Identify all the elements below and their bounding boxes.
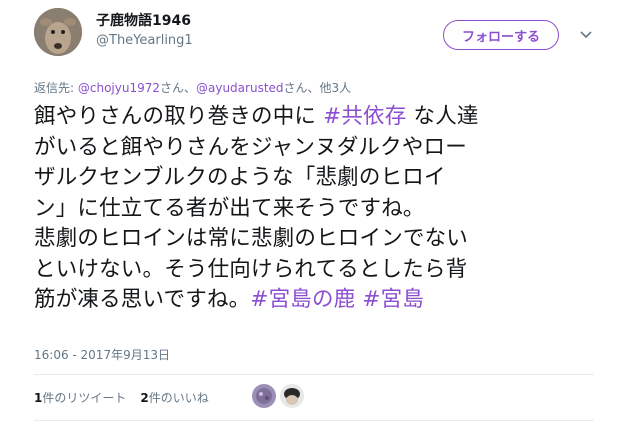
- tweet-line: がいると餌やりさんをジャンヌダルクやロー: [34, 134, 467, 160]
- follow-button[interactable]: フォローする: [443, 20, 559, 50]
- tweet-text-segment: 筋が凍る思いですね。: [34, 287, 251, 312]
- like-count: 2: [140, 391, 149, 405]
- tweet-line: 悲劇のヒロインは常に悲劇のヒロインでない: [34, 226, 469, 251]
- reply-context: 返信先: @chojyu1972さん、@ayudarustedさん、他3人: [34, 79, 351, 96]
- liker-avatar[interactable]: [280, 384, 304, 408]
- tweet-stats: 1件のリツイート 2件のいいね: [34, 389, 209, 406]
- tweet-line: ン」に仕立てる者が出て来そうですね。: [34, 195, 425, 221]
- divider: [34, 374, 594, 375]
- divider: [34, 420, 594, 421]
- tweet-line: 筋が凍る思いですね。#宮島の鹿 #宮島: [34, 285, 594, 316]
- tweet-line: ザルクセンブルクのような「悲劇のヒロイ: [34, 165, 446, 190]
- hashtag-link[interactable]: #宮島: [362, 287, 424, 312]
- tweet-timestamp[interactable]: 16:06 - 2017年9月13日: [34, 346, 170, 363]
- mention-link[interactable]: @chojyu1972: [78, 81, 160, 95]
- retweet-count-link[interactable]: 1件のリツイート: [34, 389, 126, 406]
- user-handle[interactable]: @TheYearling1: [96, 33, 193, 48]
- tweet-text-segment: な人達: [406, 104, 479, 129]
- avatar[interactable]: [34, 8, 82, 56]
- reply-separator: さん、: [159, 81, 196, 95]
- mention-link[interactable]: @ayudarusted: [196, 81, 284, 95]
- reply-suffix: さん、他3人: [283, 81, 352, 95]
- chevron-down-icon[interactable]: [578, 26, 594, 42]
- liker-avatar[interactable]: [252, 384, 276, 408]
- tweet-line: といけない。そう仕向けられてるとしたら背: [34, 256, 468, 282]
- like-count-link[interactable]: 2件のいいね: [140, 389, 208, 406]
- like-label: 件のいいね: [148, 391, 209, 405]
- retweet-label: 件のリツイート: [42, 391, 127, 405]
- tweet-text: 餌やりさんの取り巻きの中に #共依存 な人達 がいると餌やりさんをジャンヌダルク…: [34, 102, 594, 316]
- reply-prefix: 返信先:: [34, 81, 78, 95]
- hashtag-link[interactable]: #宮島の鹿: [250, 287, 355, 312]
- tweet-line: 餌やりさんの取り巻きの中に #共依存 な人達: [34, 102, 594, 133]
- hashtag-link[interactable]: #共依存: [323, 104, 406, 129]
- tweet-text-segment: 餌やりさんの取り巻きの中に: [34, 104, 324, 129]
- display-name[interactable]: 子鹿物語1946: [96, 10, 191, 30]
